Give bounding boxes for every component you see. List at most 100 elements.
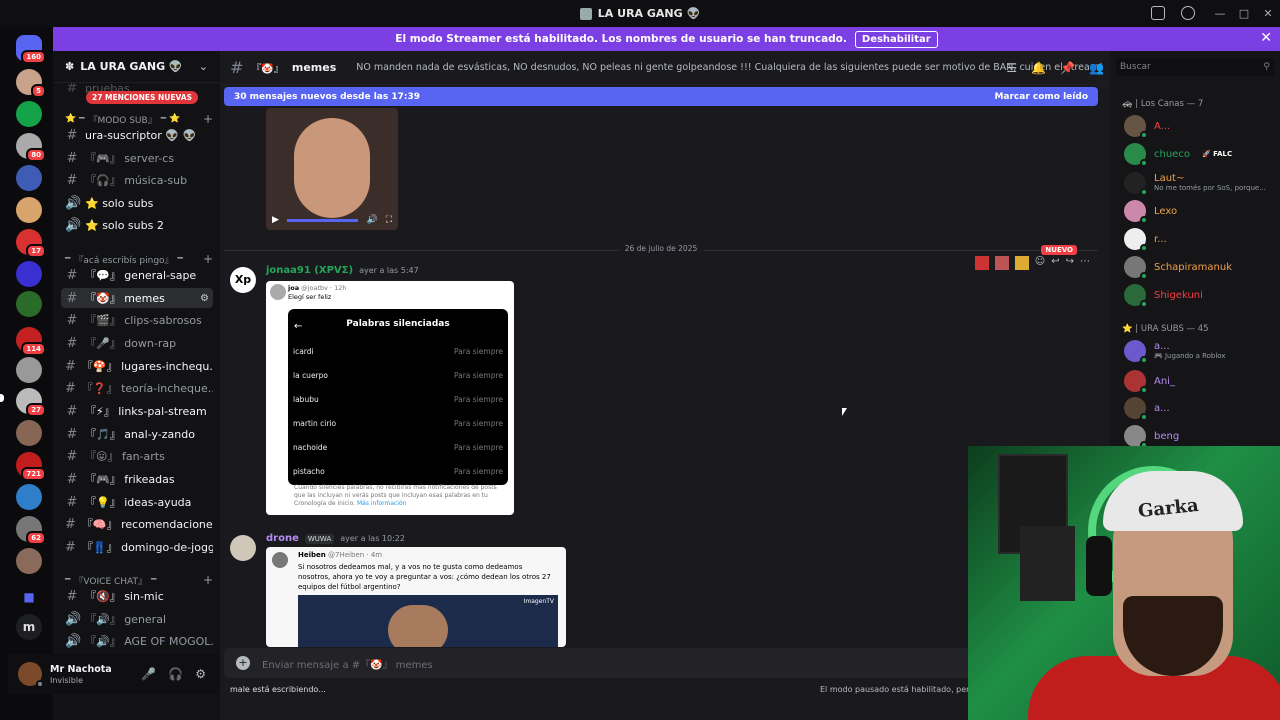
category-voice-chat[interactable]: ━ 『VOICE CHAT』 ━ + [65, 573, 213, 587]
members-icon[interactable]: 👥 [1089, 61, 1104, 75]
server-icon[interactable] [16, 261, 42, 287]
fullscreen-icon[interactable]: ⛶ [386, 215, 392, 225]
message-composer[interactable]: + Enviar mensaje a #『🤡』 memes [224, 648, 1098, 678]
message-author[interactable]: jonaa91 (ΧΡVΣ) [266, 265, 353, 276]
mouse-cursor [842, 408, 847, 416]
member[interactable]: r... [1124, 228, 1274, 252]
maximize-button[interactable]: □ [1232, 7, 1256, 20]
server-icon[interactable] [16, 165, 42, 191]
channel-recomendaciones[interactable]: # 『🧠』 recomendaciones [61, 514, 213, 534]
headphones-icon[interactable]: 🎧 [168, 667, 183, 681]
channel-sin-mic[interactable]: # 『🔇』 sin-mic [61, 586, 213, 606]
channel-fan-arts[interactable]: # 『😛』 fan-arts [61, 446, 213, 466]
avatar[interactable]: Xp [230, 267, 256, 293]
image-attachment[interactable]: joa @joatbv · 12h Elegí ser feliz ← Pala… [266, 281, 514, 515]
threads-icon[interactable]: ☰ [1006, 61, 1017, 75]
channel-lugares[interactable]: # 『🍄』 lugares-inchequ... [61, 356, 213, 376]
avatar[interactable] [18, 662, 44, 688]
reply-icon[interactable]: ↩ [1051, 256, 1059, 270]
channel-general-sape[interactable]: # 『💬』 general-sape [61, 265, 213, 285]
server-header[interactable]: ✽ LA URA GANG 👽 ⌄ [53, 51, 220, 83]
channel-memes[interactable]: # 『🤡』 memes ⚙ [61, 288, 213, 308]
channel-links[interactable]: # 『⚡』 links-pal-stream [61, 401, 213, 421]
server-icon[interactable]: 721 [16, 452, 46, 481]
server-icon[interactable] [16, 420, 42, 446]
help-icon[interactable] [1181, 6, 1195, 20]
member[interactable]: Lexo [1124, 200, 1274, 224]
server-icon[interactable]: 17 [16, 229, 46, 258]
voice-solo-subs-2[interactable]: 🔊 ⭐ solo subs 2 [61, 215, 213, 235]
voice-solo-subs[interactable]: 🔊 ⭐ solo subs [61, 193, 213, 213]
play-icon[interactable]: ▶ [272, 215, 279, 225]
server-icon[interactable] [16, 357, 42, 383]
member[interactable]: Laut~ No me tomés por SoS, porque... [1124, 172, 1274, 196]
member[interactable]: Ani_ [1124, 370, 1274, 394]
member[interactable]: Shigekuni [1124, 284, 1274, 308]
forward-icon[interactable]: ↪ [1066, 256, 1074, 270]
server-icon[interactable]: 114 [16, 327, 46, 356]
pin-icon[interactable]: 📌 [1060, 61, 1075, 75]
channel-topic[interactable]: NO manden nada de esvásticas, NO desnudo… [356, 62, 1103, 73]
server-icon-letter[interactable]: m [16, 614, 42, 640]
channel-musica-sub[interactable]: # 『🎧』 música-sub [61, 170, 213, 190]
channel-server-cs[interactable]: # 『🎮』 server-cs [61, 148, 213, 168]
channel-down-rap[interactable]: # 『🎤』 down-rap [61, 333, 213, 353]
member[interactable]: a... 🎮 Jugando a Roblox [1124, 340, 1274, 364]
more-icon[interactable]: ⋯ [1080, 256, 1090, 270]
member[interactable]: A... [1124, 115, 1274, 139]
disable-streamer-button[interactable]: Deshabilitar [854, 30, 938, 48]
inbox-icon[interactable] [1151, 6, 1165, 20]
member[interactable]: a... [1124, 397, 1274, 421]
video-progress[interactable] [286, 218, 359, 222]
reaction-icon[interactable] [974, 256, 989, 270]
volume-icon[interactable]: 🔊 [366, 215, 377, 225]
close-window-button[interactable]: ✕ [1256, 7, 1280, 20]
new-messages-bar[interactable]: 30 mensajes nuevos desde las 17:39 Marca… [224, 87, 1098, 106]
member[interactable]: beng [1124, 425, 1274, 449]
close-banner-icon[interactable]: ✕ [1260, 30, 1272, 46]
search-input[interactable]: Buscar ⚲ [1116, 58, 1274, 76]
minimize-button[interactable]: — [1208, 7, 1232, 20]
mark-read-button[interactable]: Marcar como leído [994, 92, 1088, 102]
webcam-overlay: Garka [968, 446, 1280, 720]
channel-ideas-ayuda[interactable]: # 『💡』 ideas-ayuda [61, 492, 213, 512]
reaction-icon[interactable] [1014, 256, 1029, 270]
voice-age-of-mogol[interactable]: 🔊 『🔊』 AGE OF MOGOL... [61, 631, 213, 651]
microphone-icon[interactable]: 🎤 [141, 667, 156, 681]
bell-icon[interactable]: 🔔 [1031, 61, 1046, 75]
server-icon[interactable] [16, 101, 42, 127]
reaction-icon[interactable] [994, 256, 1009, 270]
server-icon[interactable] [16, 484, 42, 510]
server-icon[interactable]: 5 [16, 69, 46, 98]
image-attachment[interactable]: Heiben @7Heiben · 4m Si nosotros dedeamo… [266, 547, 566, 647]
message-author[interactable]: drone [266, 533, 299, 544]
channel-anal-y-zando[interactable]: # 『🎵』 anal-y-zando [61, 424, 213, 444]
server-icon[interactable]: 80 [16, 133, 46, 162]
channel-domingo[interactable]: # 『👖』 domingo-de-joggin [61, 537, 213, 557]
channel-clips-sabrosos[interactable]: # 『🎬』 clips-sabrosos [61, 310, 213, 330]
direct-messages-icon[interactable]: 160 [16, 35, 46, 64]
add-attachment-icon[interactable]: + [236, 656, 250, 670]
channel-teoria[interactable]: # 『❓』 teoría-incheque... [61, 378, 213, 398]
server-icon[interactable] [16, 291, 42, 317]
server-icon[interactable]: 62 [16, 516, 46, 545]
member[interactable]: Schapiramanuk [1124, 256, 1274, 280]
video-embed[interactable]: ▶ 🔊 ⛶ [266, 108, 398, 230]
title-bar: LA URA GANG 👽 — □ ✕ [0, 0, 1280, 27]
server-icon-active[interactable]: 27 [16, 388, 46, 417]
category-modo-sub[interactable]: ⭐ ━ 『MODO SUB』 ━ ⭐ + [65, 112, 213, 126]
folder-icon[interactable]: ■ [16, 584, 42, 610]
member[interactable]: chueco 🚀 FALC [1124, 143, 1274, 167]
channel-frikeadas[interactable]: # 『🎮』 frikeadas [61, 469, 213, 489]
mentions-badge[interactable]: 27 MENCIONES NUEVAS [86, 91, 198, 104]
avatar[interactable] [230, 535, 256, 561]
server-icon[interactable] [16, 197, 42, 223]
tweet-note: Cuando silencies palabras, no recibirás … [294, 484, 497, 507]
server-icon[interactable] [16, 548, 42, 574]
message-input[interactable]: Enviar mensaje a #『🤡』 memes [262, 656, 433, 671]
gear-icon[interactable]: ⚙ [195, 667, 206, 681]
voice-general[interactable]: 🔊 『🔊』 general [61, 609, 213, 629]
channel-ura-suscriptor[interactable]: # ura-suscriptor 👽 👽 [61, 125, 213, 145]
category-escribis[interactable]: ━ 『acá escribís pingo』 ━ + [65, 252, 213, 266]
add-reaction-icon[interactable]: ☺ [1035, 256, 1045, 270]
